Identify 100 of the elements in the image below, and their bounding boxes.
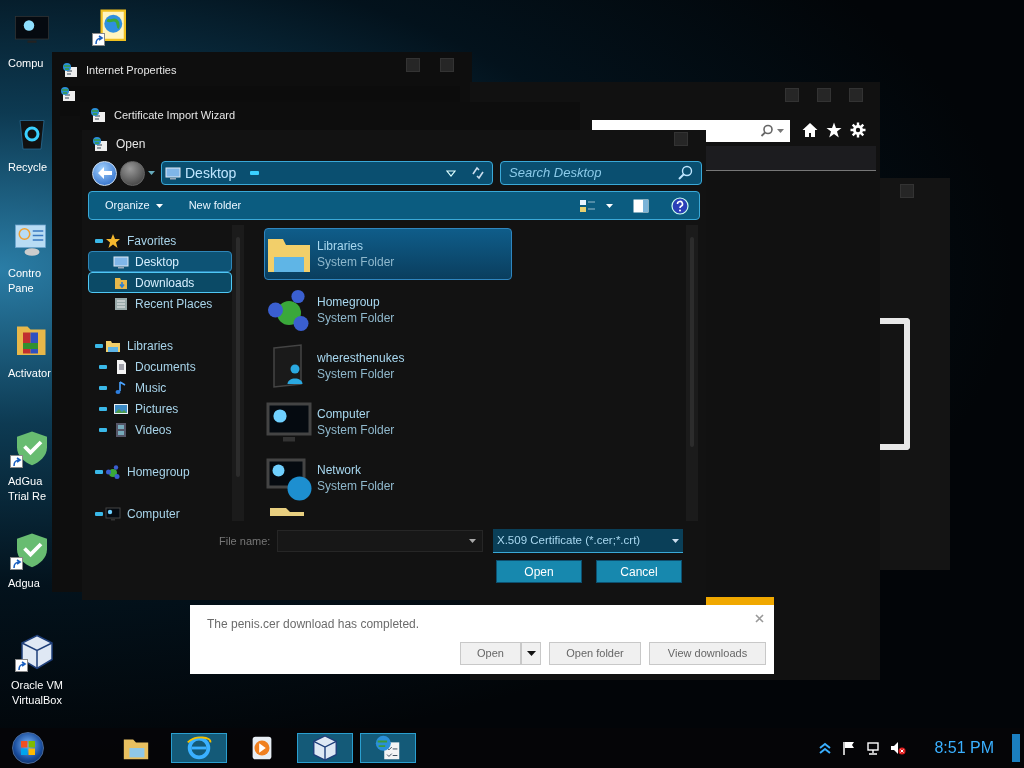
monitor-icon: [165, 165, 181, 181]
window-title: Certificate Import Wizard: [114, 107, 236, 123]
nav-item[interactable]: Downloads: [88, 272, 232, 293]
certificate-icon: [90, 107, 106, 123]
file-item[interactable]: Network System Folder: [264, 452, 512, 504]
notification-message: The penis.cer download has completed.: [207, 616, 420, 633]
clock[interactable]: 8:51 PM: [934, 736, 994, 760]
shortcut-arrow-icon: [10, 557, 23, 570]
flag-icon[interactable]: [842, 741, 857, 755]
caret-icon: [672, 538, 679, 543]
caret-icon[interactable]: [148, 171, 155, 175]
taskbar-button[interactable]: [360, 733, 416, 763]
scrollbar[interactable]: [232, 225, 244, 521]
expander-icon[interactable]: [95, 238, 103, 243]
open-folder-button[interactable]: Open folder: [549, 642, 641, 665]
file-item[interactable]: Homegroup System Folder: [264, 284, 512, 336]
dash-icon: [250, 171, 260, 175]
certificate-icon: [60, 86, 76, 102]
home-icon[interactable]: [802, 122, 818, 138]
nav-item[interactable]: Computer: [88, 503, 232, 524]
view-icon[interactable]: [580, 198, 596, 213]
caret-icon: [526, 651, 536, 656]
shortcut-arrow-icon: [92, 33, 105, 46]
nav-item[interactable]: Homegroup: [88, 461, 232, 482]
caret-icon[interactable]: [606, 203, 613, 208]
shield-check-icon[interactable]: [14, 430, 50, 466]
caret-icon: [155, 203, 163, 208]
scrollbar[interactable]: [686, 225, 698, 521]
muted-speaker-icon[interactable]: [890, 741, 907, 755]
desktop-icon-label[interactable]: Oracle VM VirtualBox: [11, 678, 63, 708]
nav-item[interactable]: Videos: [88, 419, 232, 440]
desktop-icon-label[interactable]: Activator: [8, 366, 51, 381]
cancel-button[interactable]: Cancel: [596, 560, 682, 583]
expander-icon[interactable]: [99, 364, 107, 369]
dropdown-icon[interactable]: [446, 169, 456, 177]
file-item[interactable]: wheresthenukes System Folder: [264, 340, 512, 392]
desktop-icon-label[interactable]: Compu: [8, 56, 44, 71]
cube-icon: [310, 733, 340, 763]
open-button[interactable]: Open: [460, 642, 521, 665]
taskbar-button[interactable]: [297, 733, 353, 763]
expander-icon[interactable]: [99, 427, 107, 432]
folder-icon: [270, 508, 304, 516]
dialog-title: Open: [116, 136, 146, 153]
file-type-dropdown[interactable]: X.509 Certificate (*.cer;*.crt): [493, 529, 683, 553]
certificate-icon: [62, 62, 78, 78]
window-title: Internet Properties: [86, 62, 177, 78]
expander-icon[interactable]: [95, 511, 103, 516]
star-icon: [105, 232, 121, 249]
nav-item[interactable]: Desktop: [88, 251, 232, 272]
desktop-icon-label[interactable]: AdGua Trial Re: [8, 474, 47, 504]
certificate-icon: [92, 136, 108, 152]
star-icon[interactable]: [826, 122, 842, 138]
file-item[interactable]: Computer System Folder: [264, 396, 512, 448]
start-button[interactable]: [12, 732, 44, 764]
forward-button[interactable]: [120, 160, 145, 186]
expander-icon[interactable]: [99, 385, 107, 390]
chevron-up-icon[interactable]: [818, 741, 833, 755]
nav-item[interactable]: Music: [88, 377, 232, 398]
shortcut-arrow-icon: [15, 659, 28, 672]
refresh-icon[interactable]: [470, 165, 486, 181]
nav-item[interactable]: Documents: [88, 356, 232, 377]
accent-bar: [706, 597, 774, 605]
expander-icon[interactable]: [95, 469, 103, 474]
network-icon[interactable]: [866, 741, 881, 755]
dropdown-button[interactable]: [521, 642, 541, 665]
expander-icon[interactable]: [99, 406, 107, 411]
search-input[interactable]: Search Desktop: [509, 163, 677, 183]
desktop-icon-label[interactable]: Adgua: [8, 576, 40, 591]
nav-item[interactable]: Pictures: [88, 398, 232, 419]
caret-icon: [469, 539, 476, 543]
recent-places-icon: [113, 295, 129, 312]
view-downloads-button[interactable]: View downloads: [649, 642, 766, 665]
nav-item[interactable]: Favorites: [88, 230, 232, 251]
new-folder-button[interactable]: New folder: [188, 197, 242, 214]
search-field[interactable]: Search Desktop: [500, 161, 702, 185]
organize-menu[interactable]: Organize: [105, 197, 163, 214]
nav-item[interactable]: Libraries: [88, 335, 232, 356]
help-icon[interactable]: [671, 196, 689, 215]
film-icon: [113, 421, 129, 438]
left-arrow-icon: [97, 167, 112, 179]
caret-icon: [777, 129, 784, 133]
close-icon[interactable]: [755, 614, 764, 623]
back-button[interactable]: [92, 160, 117, 186]
settings-icon[interactable]: [850, 122, 866, 138]
open-button[interactable]: Open: [496, 560, 582, 583]
expander-icon[interactable]: [95, 343, 103, 348]
shield-check-icon[interactable]: [14, 532, 50, 568]
file-name-field[interactable]: [277, 530, 483, 552]
nav-item[interactable]: Recent Places: [88, 293, 232, 314]
cube-icon[interactable]: [19, 634, 55, 670]
file-item[interactable]: Libraries System Folder: [264, 228, 512, 280]
homegroup-icon: [105, 463, 121, 480]
preview-pane-icon[interactable]: [633, 198, 649, 213]
address-bar[interactable]: Desktop: [161, 161, 493, 185]
desktop-icon-label[interactable]: Recycle: [8, 160, 48, 175]
shortcut-arrow-icon: [10, 455, 23, 468]
field-label: File name:: [219, 533, 272, 549]
search-icon: [760, 124, 774, 138]
computer-icon: [105, 505, 121, 522]
desktop-icon-label[interactable]: Contro Pane: [8, 266, 42, 296]
